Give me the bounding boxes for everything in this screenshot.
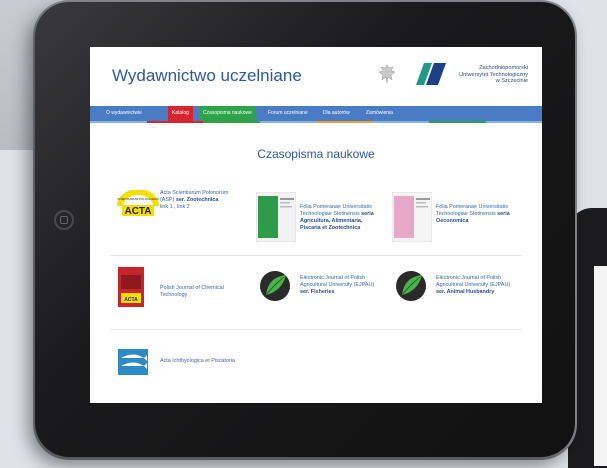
nav-item-orders[interactable]: Zamówienia xyxy=(362,106,397,121)
chemical-cover-text: ACTA xyxy=(124,297,138,303)
secondary-tablet-screen xyxy=(594,266,607,466)
nav-item-about[interactable]: O wydawnictwie xyxy=(102,106,146,121)
journal-links[interactable]: link 1 , link 2 xyxy=(160,204,250,211)
main-nav: O wydawnictwie Katalog Czasopisma naukow… xyxy=(90,106,542,121)
nav-item-authors[interactable]: Dla autorów xyxy=(319,106,354,121)
nav-item-catalog[interactable]: Katalog xyxy=(168,106,193,121)
journal-title: Electronic Journal of Polish Agricultura… xyxy=(300,275,375,295)
journal-title: Polish Journal of Chemical Technology xyxy=(160,285,224,298)
nav-item-forum[interactable]: Forum uczelniane xyxy=(264,106,312,121)
nav-color-stripes xyxy=(90,121,542,123)
fish-logo-icon xyxy=(118,349,148,375)
home-button[interactable] xyxy=(54,210,74,230)
journal-title: Acta Ichthyologica et Piscatoria xyxy=(160,358,235,364)
ejpau-leaf-icon xyxy=(260,271,290,301)
chemical-journal-cover-icon: ACTA xyxy=(118,267,144,307)
row-divider xyxy=(110,255,522,256)
polish-eagle-icon xyxy=(378,64,396,84)
page-title: Czasopisma naukowe xyxy=(257,147,375,161)
site-header: Wydawnictwo uczelniane Zachodniopomorski… xyxy=(90,47,542,106)
tablet-screen: Wydawnictwo uczelniane Zachodniopomorski… xyxy=(90,47,542,403)
row-divider xyxy=(110,329,522,330)
journal-title: Folia Pomeranae Universitatis Technologi… xyxy=(436,204,510,224)
folia-cover-green-icon xyxy=(256,192,296,242)
site-title[interactable]: Wydawnictwo uczelniane xyxy=(112,66,302,86)
nav-item-journals[interactable]: Czasopisma naukowe xyxy=(199,106,256,121)
acta-logo-icon: ACTA SCIENTIARUM POLONORUM xyxy=(116,190,160,222)
acta-logo-text: ACTA xyxy=(124,206,151,217)
journal-title: Acta Scientiarum Polonorum (ASP) ser. Zo… xyxy=(160,190,250,211)
folia-cover-pink-icon xyxy=(392,192,432,242)
journal-title: Folia Pomeranae Universitatis Technologi… xyxy=(300,204,374,231)
ejpau-leaf-icon xyxy=(396,271,426,301)
university-name: Zachodniopomorski Uniwersytet Technologi… xyxy=(459,65,528,85)
acta-logo-arc-text: SCIENTIARUM POLONORUM xyxy=(117,197,159,201)
journal-title: Electronic Journal of Polish Agricultura… xyxy=(436,275,511,295)
